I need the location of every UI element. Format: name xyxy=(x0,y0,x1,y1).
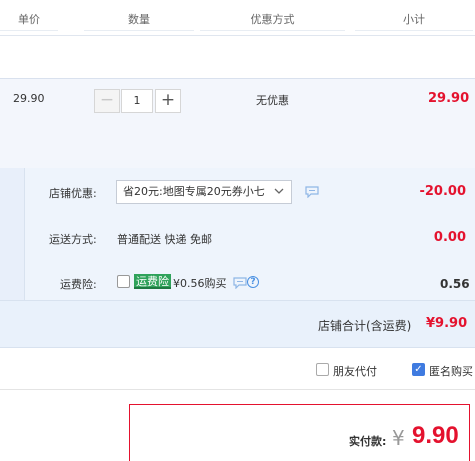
unit-price: 29.90 xyxy=(13,92,45,105)
divider xyxy=(0,389,475,390)
amount-due-label: 实付款: xyxy=(349,435,387,448)
shop-discount-label: 店铺优惠: xyxy=(49,187,97,200)
shop-total-amount: ¥9.90 xyxy=(426,316,468,331)
friend-pay-label[interactable]: 朋友代付 xyxy=(333,363,377,379)
chevron-down-icon[interactable] xyxy=(272,184,286,198)
amount-due-value: 9.90 xyxy=(412,422,459,449)
quantity-increase-button[interactable]: + xyxy=(155,89,181,113)
shipping-method-value: 普通配送 快递 免邮 xyxy=(117,233,212,246)
shipping-insurance-checkbox[interactable] xyxy=(117,275,130,288)
shop-discount-select[interactable]: 省20元:地图专属20元券小七 xyxy=(116,180,292,204)
promotion-text: 无优惠 xyxy=(256,94,289,107)
shop-total-label: 店铺合计(含运费) xyxy=(318,319,412,333)
shipping-insurance-amount: 0.56 xyxy=(440,277,470,291)
currency-symbol: ¥ xyxy=(392,426,405,450)
shipping-insurance-label: 运费险: xyxy=(60,278,97,291)
friend-pay-checkbox[interactable] xyxy=(316,363,329,376)
shipping-method-label: 运送方式: xyxy=(49,233,97,246)
anonymous-purchase-label[interactable]: 匿名购买 xyxy=(429,363,473,379)
shipping-insurance-badge: 运费险 xyxy=(134,274,171,289)
shipping-amount: 0.00 xyxy=(433,230,466,245)
quantity-decrease-button[interactable]: − xyxy=(94,89,120,113)
message-icon[interactable] xyxy=(305,186,319,198)
item-subtotal: 29.90 xyxy=(428,91,470,106)
header-underline xyxy=(84,30,194,31)
shop-section-gutter xyxy=(0,168,25,301)
header-underline xyxy=(355,30,473,31)
shipping-insurance-price: ¥0.56购买 xyxy=(173,277,227,290)
header-underline xyxy=(0,30,58,31)
help-icon[interactable]: ? xyxy=(247,276,259,288)
product-row xyxy=(0,78,475,170)
shop-discount-amount: -20.00 xyxy=(419,184,466,199)
quantity-input[interactable]: 1 xyxy=(121,89,153,113)
anonymous-purchase-checkbox[interactable]: ✓ xyxy=(412,363,425,376)
header-underline xyxy=(200,30,345,31)
message-icon[interactable] xyxy=(233,277,247,289)
